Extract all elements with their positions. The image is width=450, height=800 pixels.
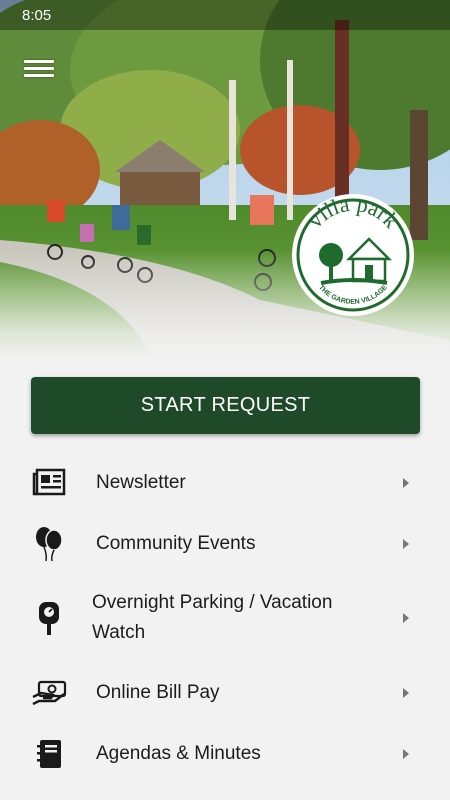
balloons-icon	[30, 525, 68, 563]
menu-item-overnight-parking[interactable]: Overnight Parking / Vacation Watch	[0, 574, 450, 662]
hamburger-menu-icon[interactable]	[24, 60, 54, 84]
chevron-right-icon	[403, 477, 409, 488]
newspaper-icon	[30, 464, 68, 502]
menu-item-label: Newsletter	[96, 471, 186, 493]
menu-item-label: Agendas & Minutes	[96, 742, 261, 764]
chevron-right-icon	[403, 687, 409, 698]
status-time: 8:05	[22, 7, 52, 24]
start-request-button[interactable]: START REQUEST	[31, 377, 420, 434]
menu-item-newsletter[interactable]: Newsletter	[0, 452, 450, 513]
chevron-right-icon	[403, 613, 409, 623]
menu-item-label: Online Bill Pay	[96, 681, 220, 703]
notebook-icon	[30, 735, 68, 773]
villa-park-logo: villa park THE GARDEN VILLAGE	[291, 191, 415, 317]
menu-item-community-events[interactable]: Community Events	[0, 513, 450, 574]
menu-list: Newsletter Community Events Overnight Pa…	[0, 452, 450, 784]
hand-money-icon	[30, 674, 68, 712]
parking-meter-icon	[30, 599, 68, 637]
chevron-right-icon	[403, 748, 409, 759]
chevron-right-icon	[403, 538, 409, 549]
menu-item-label: Community Events	[96, 532, 256, 554]
menu-item-online-bill-pay[interactable]: Online Bill Pay	[0, 662, 450, 723]
status-bar: 8:05	[0, 0, 450, 30]
menu-item-label: Overnight Parking / Vacation Watch	[92, 592, 333, 643]
menu-item-agendas-minutes[interactable]: Agendas & Minutes	[0, 723, 450, 784]
